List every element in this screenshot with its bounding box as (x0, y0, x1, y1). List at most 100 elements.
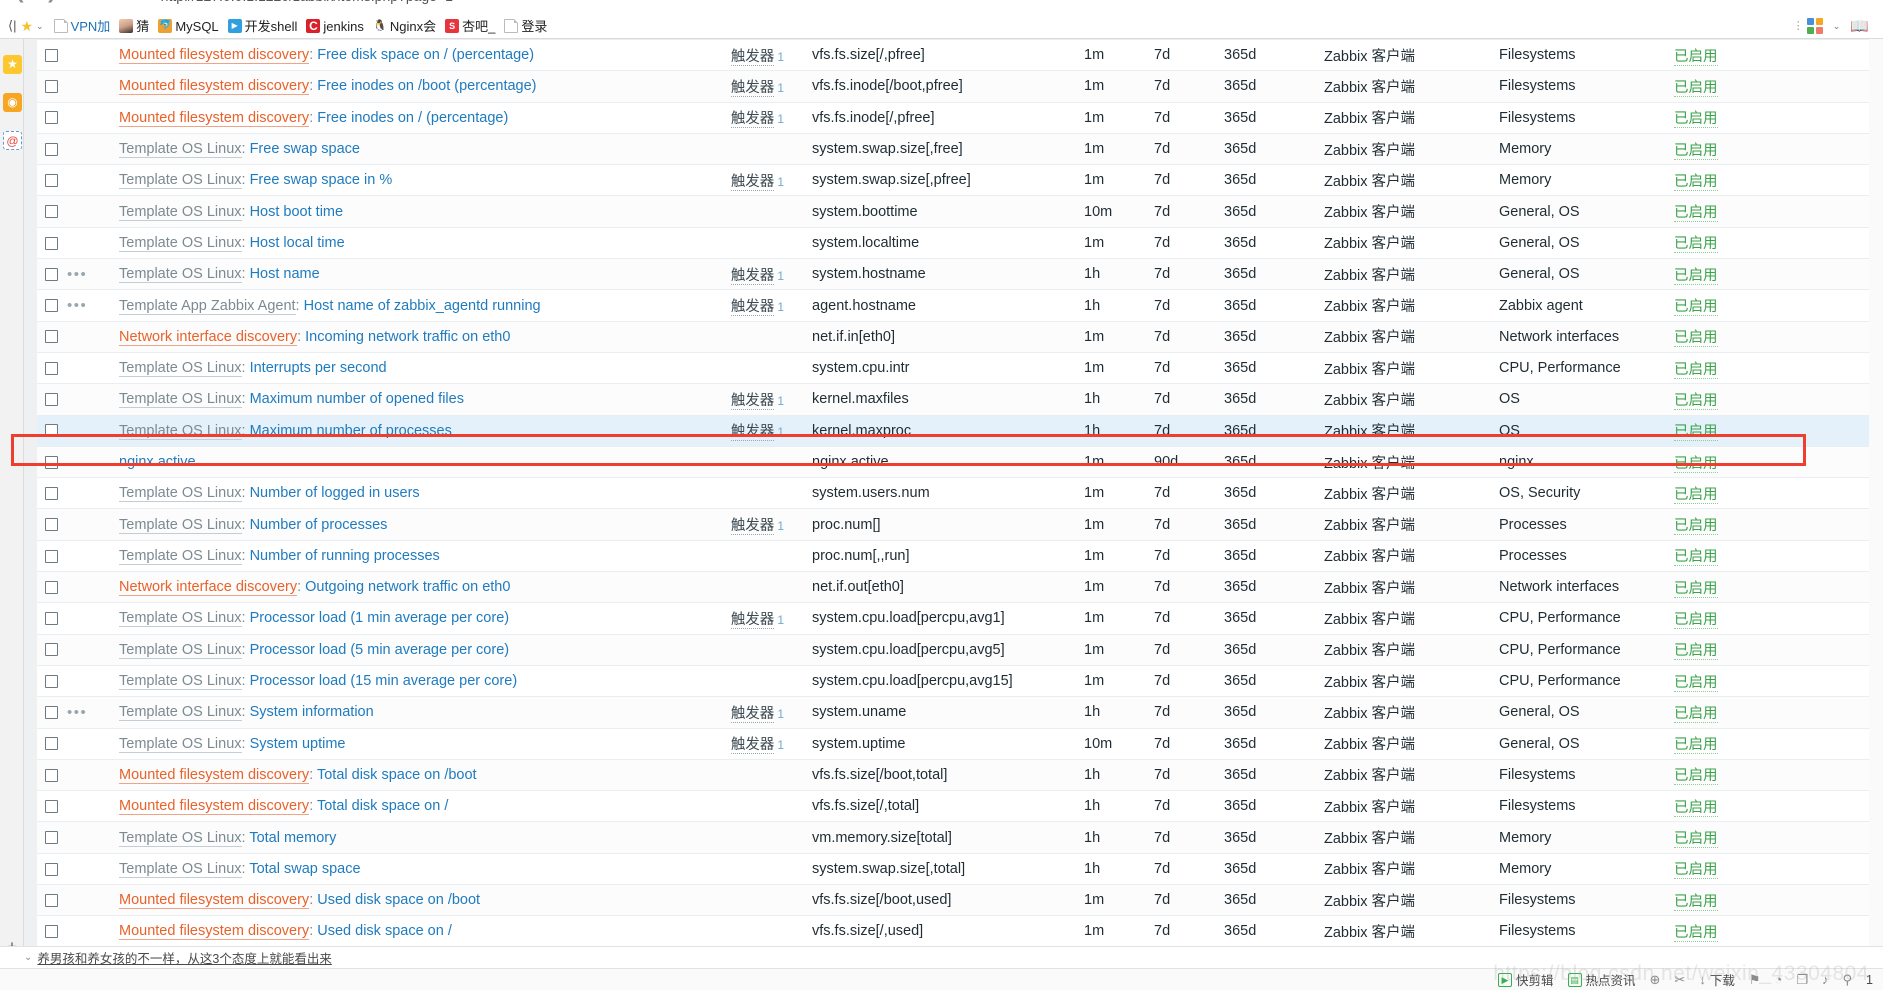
item-link[interactable]: Host name (250, 266, 320, 282)
item-link[interactable]: Free swap space (250, 141, 360, 157)
reload-icon[interactable]: ↻ (78, 0, 98, 6)
shield-icon[interactable]: ◔ (1775, 972, 1783, 987)
template-link[interactable]: Template OS Linux (119, 485, 242, 503)
bookmark-star-icon[interactable]: ★ (20, 18, 33, 35)
compass-icon[interactable]: ⊕ (1650, 972, 1661, 988)
status-badge[interactable]: 已启用 (1674, 299, 1718, 317)
template-link[interactable]: Template OS Linux (119, 829, 242, 847)
trigger-link[interactable]: 触发器 (730, 705, 775, 723)
row-checkbox[interactable] (45, 643, 58, 657)
item-link[interactable]: Total disk space on / (317, 798, 448, 814)
bookmark-item-0[interactable]: VPN加 (51, 16, 117, 37)
discovery-rule-link[interactable]: Mounted filesystem discovery (119, 109, 310, 127)
table-row[interactable]: Mounted filesystem discovery: Free disk … (37, 39, 1869, 71)
status-badge[interactable]: 已启用 (1674, 392, 1718, 410)
status-badge[interactable]: 已启用 (1674, 768, 1718, 786)
table-row[interactable]: ••• Template App Zabbix Agent: Host name … (37, 289, 1869, 322)
page-count-label[interactable]: 1 (1866, 973, 1873, 987)
template-link[interactable]: Template App Zabbix Agent (119, 297, 296, 315)
apps-grid-icon[interactable] (1806, 18, 1823, 34)
trigger-link[interactable]: 触发器 (730, 79, 775, 97)
page-scrollbar[interactable] (1869, 39, 1883, 990)
table-row[interactable]: Mounted filesystem discovery: Free inode… (37, 101, 1869, 134)
template-link[interactable]: Template OS Linux (119, 266, 242, 284)
item-link[interactable]: Number of processes (250, 517, 388, 533)
volume-icon[interactable]: ♪ (1822, 972, 1829, 987)
template-link[interactable]: Template OS Linux (119, 673, 242, 691)
status-badge[interactable]: 已启用 (1674, 111, 1718, 129)
row-checkbox[interactable] (45, 142, 58, 156)
table-row[interactable]: Template OS Linux: Processor load (15 mi… (37, 664, 1869, 697)
row-checkbox[interactable] (45, 674, 58, 688)
chevron-down-icon[interactable]: ⌄ (1833, 21, 1841, 32)
status-badge[interactable]: 已启用 (1674, 424, 1718, 442)
trigger-link[interactable]: 触发器 (730, 173, 775, 191)
hot-news-icon[interactable]: ▤ 热点资讯 (1567, 970, 1636, 989)
table-row[interactable]: Network interface discovery: Outgoing ne… (37, 571, 1869, 603)
table-row[interactable]: ••• Template OS Linux: System information… (37, 696, 1869, 729)
item-link[interactable]: Outgoing network traffic on eth0 (305, 579, 510, 595)
status-badge[interactable]: 已启用 (1674, 549, 1718, 567)
row-checkbox[interactable] (45, 831, 58, 845)
template-link[interactable]: Template OS Linux (119, 735, 242, 753)
template-link[interactable]: Template OS Linux (119, 860, 242, 878)
row-checkbox[interactable] (45, 737, 58, 751)
table-row[interactable]: Network interface discovery: Incoming ne… (37, 320, 1869, 353)
trigger-link[interactable]: 触发器 (730, 111, 775, 129)
flag-icon[interactable]: ⚑ (1749, 972, 1761, 988)
discovery-rule-link[interactable]: Mounted filesystem discovery (119, 78, 310, 96)
item-link[interactable]: Total swap space (249, 861, 360, 877)
discovery-rule-link[interactable]: Mounted filesystem discovery (119, 892, 310, 910)
template-link[interactable]: Template OS Linux (119, 516, 242, 534)
bookmark-item-2[interactable]: MySQL (155, 16, 224, 37)
table-row[interactable]: Template OS Linux: Free swap space system… (37, 132, 1869, 165)
status-badge[interactable]: 已启用 (1674, 330, 1718, 348)
discovery-rule-link[interactable]: Mounted filesystem discovery (119, 798, 310, 816)
template-link[interactable]: Template OS Linux (119, 704, 242, 722)
item-link[interactable]: Host name of zabbix_agentd running (304, 298, 541, 314)
item-link[interactable]: Interrupts per second (250, 360, 387, 376)
status-badge[interactable]: 已启用 (1674, 705, 1718, 723)
quick-clip-icon[interactable]: ▶ 快剪辑 (1497, 970, 1554, 989)
row-checkbox[interactable] (45, 518, 58, 532)
table-row[interactable]: Mounted filesystem discovery: Total disk… (37, 758, 1869, 791)
discovery-rule-link[interactable]: Network interface discovery (119, 328, 298, 346)
row-checkbox[interactable] (45, 111, 58, 125)
discovery-rule-link[interactable]: Mounted filesystem discovery (119, 47, 310, 65)
template-link[interactable]: Template OS Linux (119, 141, 242, 159)
table-row[interactable]: Template OS Linux: Maximum number of pro… (37, 414, 1869, 447)
row-menu-icon[interactable]: ••• (67, 266, 87, 283)
status-badge[interactable]: 已启用 (1674, 79, 1718, 97)
status-badge[interactable]: 已启用 (1674, 674, 1718, 692)
item-link[interactable]: Total memory (249, 830, 336, 846)
item-link[interactable]: Free inodes on / (percentage) (317, 110, 508, 126)
row-checkbox[interactable] (45, 455, 58, 469)
trigger-link[interactable]: 触发器 (730, 611, 775, 629)
row-checkbox[interactable] (45, 267, 58, 281)
row-checkbox[interactable] (45, 236, 58, 250)
mute-icon[interactable]: ✂ (1674, 972, 1685, 988)
table-row[interactable]: Template OS Linux: Free swap space in % 触… (37, 164, 1869, 196)
template-link[interactable]: Template OS Linux (119, 547, 242, 565)
status-badge[interactable]: 已启用 (1674, 486, 1718, 504)
hot-news-chevron-icon[interactable]: ⌄ (24, 952, 32, 963)
discovery-rule-link[interactable]: Network interface discovery (119, 579, 298, 597)
bookmark-item-5[interactable]: Nginx会 (370, 16, 442, 37)
row-checkbox[interactable] (45, 361, 58, 375)
row-checkbox[interactable] (45, 299, 58, 313)
trigger-link[interactable]: 触发器 (730, 267, 775, 285)
mail-at-icon[interactable]: @ (3, 131, 22, 150)
status-badge[interactable]: 已启用 (1674, 643, 1718, 661)
row-menu-icon[interactable]: ••• (67, 704, 87, 721)
item-link[interactable]: Processor load (1 min average per core) (250, 610, 510, 626)
weibo-eye-icon[interactable]: ◉ (3, 93, 22, 112)
item-link[interactable]: Used disk space on /boot (317, 892, 480, 908)
row-checkbox[interactable] (45, 862, 58, 876)
status-badge[interactable]: 已启用 (1674, 236, 1718, 254)
template-link[interactable]: Template OS Linux (119, 641, 242, 659)
row-checkbox[interactable] (45, 925, 58, 939)
row-checkbox[interactable] (45, 205, 58, 219)
status-badge[interactable]: 已启用 (1674, 455, 1718, 473)
item-link[interactable]: Host local time (250, 235, 345, 251)
table-row[interactable]: Template OS Linux: Processor load (1 min… (37, 602, 1869, 635)
